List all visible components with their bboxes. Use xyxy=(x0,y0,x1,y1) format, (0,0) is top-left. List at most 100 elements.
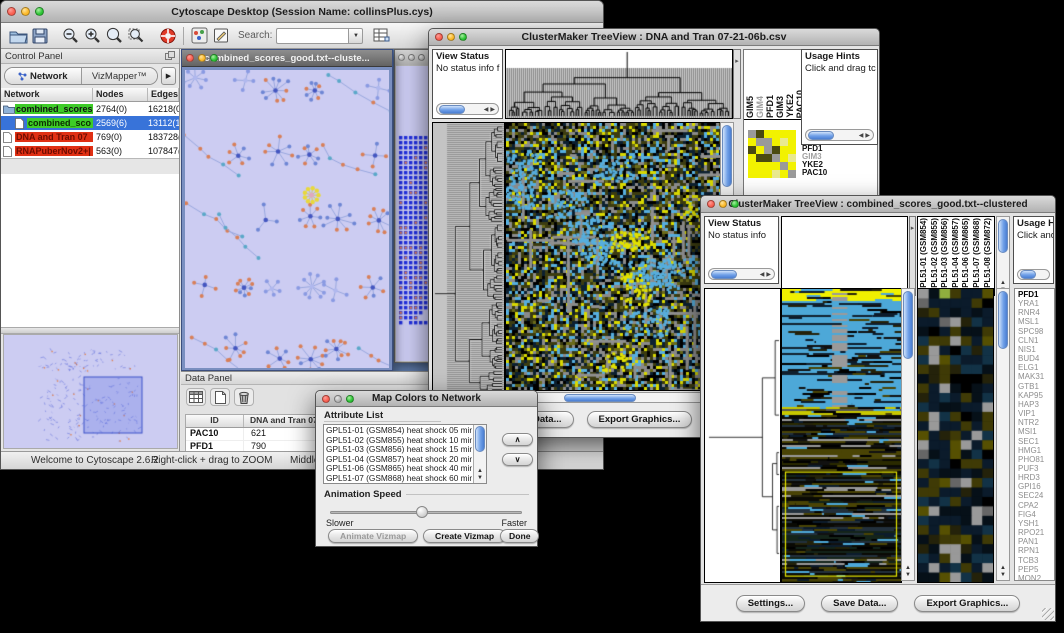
network-list-row[interactable]: combined_sco2569(6)13112(15) xyxy=(1,116,179,130)
tv2-detail-vscrollbar[interactable]: ▲▼ xyxy=(996,288,1010,581)
tab-overflow-button[interactable]: ▶ xyxy=(161,67,176,85)
minimize-button[interactable] xyxy=(408,54,415,61)
animate-vizmap-button[interactable]: Animate Vizmap xyxy=(328,529,418,543)
zoom-out-icon[interactable] xyxy=(59,25,81,46)
resize-grip[interactable] xyxy=(1042,608,1054,620)
tv2-heatmap-canvas[interactable] xyxy=(781,288,902,583)
tv2-view-status-text: No status info xyxy=(705,229,778,241)
tv1-row-dendrogram-canvas[interactable] xyxy=(432,122,505,403)
datapanel-col-id[interactable]: ID xyxy=(186,415,244,427)
network-canvas[interactable] xyxy=(185,70,389,368)
network-window-1[interactable]: combined_scores_good.txt--cluste... xyxy=(181,49,393,371)
attribute-list-item[interactable]: GPL51-02 (GSM855) heat shock 10 min xyxy=(324,436,472,446)
network-col-header[interactable]: Network xyxy=(1,88,93,101)
matrix-cell xyxy=(748,162,756,170)
tv1-usage-hints-panel: Usage Hints Click and drag tc ◀▶ xyxy=(801,49,878,145)
tab-vizmapper[interactable]: VizMapper™ xyxy=(82,68,158,84)
save-data-button[interactable]: Save Data... xyxy=(821,595,898,612)
import-table-icon[interactable] xyxy=(371,25,393,46)
tv2-collabel-scrollbar[interactable]: ▲▼ xyxy=(996,216,1010,296)
zoom-button[interactable] xyxy=(731,200,739,208)
network-edges-count: 183728(0) xyxy=(145,132,179,142)
help-lifering-icon[interactable] xyxy=(157,25,179,46)
attribute-list-scrollbar[interactable]: ▲▼ xyxy=(473,425,486,483)
minimize-button[interactable] xyxy=(447,33,455,41)
speed-slider[interactable] xyxy=(330,506,522,518)
tv2-heatmap-vscrollbar[interactable]: ▲▼ xyxy=(901,288,915,581)
tv1-cluster-matrix[interactable] xyxy=(748,130,796,178)
close-button[interactable] xyxy=(322,395,330,403)
network-list-row[interactable]: RNAPuberNov2+|563(0)107847(0) xyxy=(1,144,179,158)
delete-attribute-trash-icon[interactable] xyxy=(234,388,254,406)
tv2-detail-heatmap-canvas[interactable] xyxy=(917,288,994,583)
treeview2-titlebar[interactable]: ClusterMaker TreeView : combined_scores_… xyxy=(701,196,1055,213)
float-panel-icon[interactable] xyxy=(165,47,175,65)
network-table-header[interactable]: NetworkNodesEdges xyxy=(1,88,179,102)
export-graphics-button[interactable]: Export Graphics... xyxy=(914,595,1020,612)
close-button[interactable] xyxy=(435,33,443,41)
attribute-select-icon[interactable] xyxy=(186,388,206,406)
close-button[interactable] xyxy=(398,54,405,61)
gene-label: MON2 xyxy=(1018,574,1054,581)
network-name: combined_scores_ xyxy=(15,104,93,114)
network-col-header[interactable]: Nodes xyxy=(93,88,148,101)
done-button[interactable]: Done xyxy=(500,529,539,543)
network-list-row[interactable]: combined_scores_2764(0)16218(0) xyxy=(1,102,179,116)
gene-label: HMG1 xyxy=(1018,446,1054,455)
close-button[interactable] xyxy=(186,54,194,62)
matrix-cell xyxy=(780,130,788,138)
zoom-button[interactable] xyxy=(210,54,218,62)
tv2-hints-scrollbar[interactable] xyxy=(1017,269,1050,280)
vizmapper-icon[interactable] xyxy=(188,25,210,46)
zoom-button[interactable] xyxy=(418,54,425,61)
tv2-splitter-strip[interactable]: ▸ xyxy=(909,216,916,296)
search-input[interactable] xyxy=(276,28,348,44)
attribute-list-item[interactable]: GPL51-04 (GSM857) heat shock 20 min xyxy=(324,455,472,465)
tv2-column-tree-panel[interactable] xyxy=(781,216,908,296)
move-up-button[interactable]: ∧ xyxy=(502,433,533,446)
tv1-status-scrollbar[interactable]: ◀▶ xyxy=(436,103,499,115)
open-file-icon[interactable] xyxy=(7,25,29,46)
tv1-hints-scrollbar[interactable]: ◀▶ xyxy=(805,129,874,141)
minimize-button[interactable] xyxy=(334,395,342,403)
tv1-heatmap-canvas[interactable] xyxy=(505,122,721,391)
search-dropdown-button[interactable]: ▼ xyxy=(348,28,363,44)
treeview1-titlebar[interactable]: ClusterMaker TreeView : DNA and Tran 07-… xyxy=(429,29,879,46)
slider-thumb[interactable] xyxy=(416,506,428,518)
zoom-in-icon[interactable] xyxy=(81,25,103,46)
tab-network[interactable]: Network xyxy=(5,68,82,84)
tv2-row-dendrogram-canvas[interactable] xyxy=(704,288,781,583)
settings-button[interactable]: Settings... xyxy=(736,595,805,612)
panel-splitter[interactable] xyxy=(1,327,179,334)
tv2-status-scrollbar[interactable]: ◀▶ xyxy=(708,268,775,280)
close-button[interactable] xyxy=(707,200,715,208)
save-session-icon[interactable] xyxy=(29,25,51,46)
minimize-button[interactable] xyxy=(719,200,727,208)
annotation-icon[interactable] xyxy=(210,25,232,46)
minimize-button[interactable] xyxy=(198,54,206,62)
attribute-list-item[interactable]: GPL51-07 (GSM868) heat shock 60 min xyxy=(324,474,472,484)
move-down-button[interactable]: ∨ xyxy=(502,453,533,466)
matrix-cell xyxy=(748,146,756,154)
create-vizmap-button[interactable]: Create Vizmap xyxy=(423,529,506,543)
network-col-header[interactable]: Edges xyxy=(148,88,179,101)
attribute-list-item[interactable]: GPL51-06 (GSM865) heat shock 40 min xyxy=(324,464,472,474)
tv1-column-dendrogram-canvas[interactable] xyxy=(505,49,733,119)
network-list-row[interactable]: DNA and Tran 07769(0)183728(0) xyxy=(1,130,179,144)
zoom-selected-icon[interactable] xyxy=(125,25,147,46)
new-attribute-icon[interactable] xyxy=(210,388,230,406)
minimize-button[interactable] xyxy=(21,7,30,16)
zoom-button[interactable] xyxy=(459,33,467,41)
birdseye-view-canvas[interactable] xyxy=(3,334,178,449)
zoom-button[interactable] xyxy=(35,7,44,16)
dialog-titlebar[interactable]: Map Colors to Network xyxy=(316,391,537,407)
attribute-list-item[interactable]: GPL51-01 (GSM854) heat shock 05 min xyxy=(324,426,472,436)
attribute-list-item[interactable]: GPL51-03 (GSM856) heat shock 15 min xyxy=(324,445,472,455)
export-graphics-button[interactable]: Export Graphics... xyxy=(587,411,693,428)
tv1-splitter-strip[interactable]: ▸ xyxy=(733,49,741,119)
main-titlebar[interactable]: Cytoscape Desktop (Session Name: collins… xyxy=(1,1,603,23)
attribute-listbox[interactable]: GPL51-01 (GSM854) heat shock 05 minGPL51… xyxy=(323,424,487,484)
zoom-button[interactable] xyxy=(346,395,354,403)
zoom-fit-icon[interactable] xyxy=(103,25,125,46)
close-button[interactable] xyxy=(7,7,16,16)
